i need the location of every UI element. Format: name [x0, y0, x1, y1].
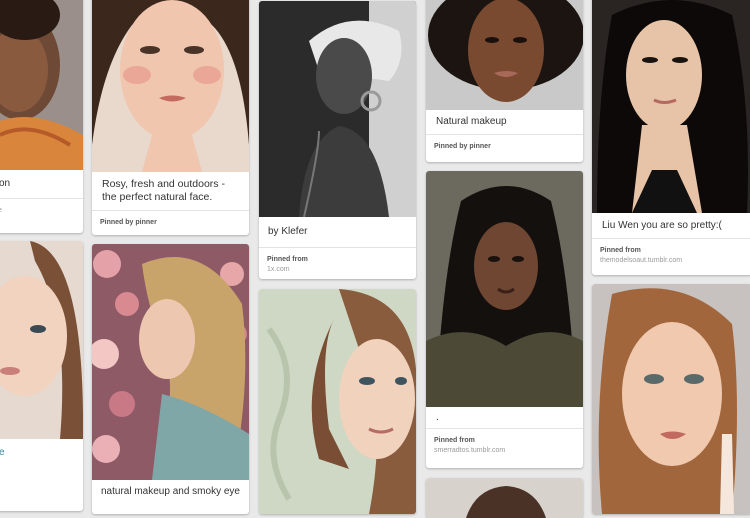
pin-source-user[interactable]: pinner [135, 219, 156, 226]
pin-source-label: Pinned by pinner [100, 219, 157, 226]
pin-card[interactable]: natural makeup and smoky eye [92, 244, 249, 514]
pin-source-user[interactable]: pinner [469, 143, 490, 150]
pin-card[interactable]: e [0, 241, 83, 511]
pin-source[interactable]: Pinned from themodelsoaut.tumblr.com [592, 238, 750, 272]
pin-image[interactable] [592, 0, 750, 213]
pin-source-label: Pinned from [434, 437, 475, 444]
pin-source[interactable]: Pinned by pinner [426, 134, 583, 158]
pin-source-site[interactable]: e [0, 206, 75, 216]
pin-image[interactable] [92, 0, 249, 172]
pin-source-label: Pinned from [267, 256, 308, 263]
pin-card[interactable]: Natural makeup Pinned by pinner [426, 0, 583, 162]
pin-image[interactable] [92, 244, 249, 480]
pin-image[interactable] [259, 289, 416, 514]
pin-card[interactable]: on e [0, 0, 83, 233]
pin-description: by Klefer [268, 226, 308, 237]
pin-description: Natural makeup [436, 116, 507, 127]
pin-source-label: Pinned from [600, 247, 641, 254]
pin-card[interactable]: . Pinned from smerradtos.tumblr.com [426, 171, 583, 468]
pin-description: . [436, 412, 439, 423]
pin-image[interactable] [0, 241, 83, 439]
pin-image[interactable] [426, 478, 583, 518]
pin-description: on [0, 178, 11, 189]
pin-source-site[interactable]: themodelsoaut.tumblr.com [600, 256, 744, 266]
pin-description: e [0, 447, 5, 458]
pin-card[interactable]: by Klefer Pinned from 1x.com [259, 1, 416, 279]
pin-image[interactable] [426, 0, 583, 110]
pin-image[interactable] [426, 171, 583, 407]
pin-image[interactable] [0, 0, 83, 170]
pin-description: Liu Wen you are so pretty:( [602, 220, 722, 231]
pin-card[interactable] [259, 289, 416, 514]
pin-source-label: Pinned by pinner [434, 143, 491, 150]
pin-card[interactable]: Liu Wen you are so pretty:( Pinned from … [592, 0, 750, 275]
pin-source[interactable]: Pinned by pinner [92, 210, 249, 234]
pin-source-site[interactable]: 1x.com [267, 265, 408, 275]
pin-source-site[interactable]: smerradtos.tumblr.com [434, 446, 575, 456]
pin-image[interactable] [592, 284, 750, 514]
pin-description: Rosy, fresh and outdoors - the perfect n… [102, 178, 225, 203]
pin-card[interactable] [426, 478, 583, 518]
pin-source[interactable]: e [0, 198, 83, 222]
pin-card[interactable] [592, 284, 750, 514]
pin-source[interactable]: Pinned from smerradtos.tumblr.com [426, 428, 583, 462]
pin-source[interactable]: Pinned from 1x.com [259, 247, 416, 279]
pin-image[interactable] [259, 1, 416, 217]
pin-card[interactable]: Rosy, fresh and outdoors - the perfect n… [92, 0, 249, 235]
